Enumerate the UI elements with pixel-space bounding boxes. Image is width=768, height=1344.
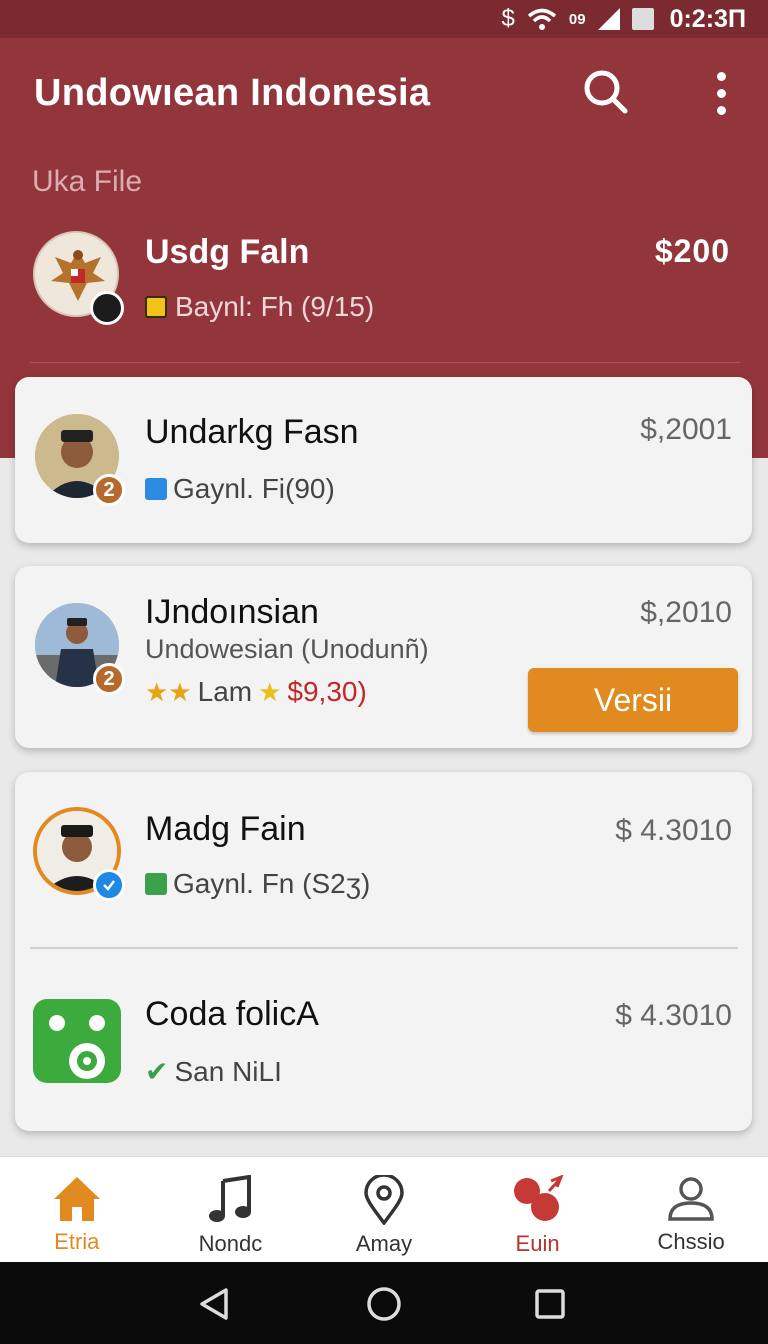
- search-icon: [584, 70, 628, 114]
- search-button[interactable]: [578, 64, 634, 120]
- item-price: $ 4.3010: [615, 999, 732, 1032]
- item-subtitle-row: Gaynl. Fn (S2ʒ): [145, 868, 370, 900]
- section-label: Uka File: [32, 165, 143, 198]
- check-icon: [103, 880, 115, 891]
- rank-badge: 2: [93, 663, 125, 695]
- home-icon: [53, 1177, 100, 1221]
- list-item[interactable]: 2 IJndoınsian $,2010 Undowesian (Unodunñ…: [15, 566, 752, 748]
- more-options-button[interactable]: [700, 68, 742, 118]
- nav-label: Nondc: [198, 1231, 263, 1256]
- bluetooth-icon: $: [501, 5, 515, 32]
- wifi-icon: [527, 8, 557, 30]
- list-item[interactable]: Coda folicA $ 4.3010 ✔ San NiLI: [15, 949, 752, 1129]
- signal-text: 09: [568, 10, 586, 28]
- featured-item[interactable]: Usdg Faln $200 Baynl: Fh (9/15): [30, 225, 740, 363]
- item-name: Madg Fain: [145, 810, 306, 848]
- nav-item-profile[interactable]: Chssio: [614, 1157, 768, 1262]
- star-icon: ★: [258, 676, 282, 707]
- item-subtitle-row: Gaynl. Fi(90): [145, 473, 335, 505]
- system-navigation-bar: [0, 1262, 768, 1344]
- list-card[interactable]: Madg Fain $ 4.3010 Gaynl. Fn (S2ʒ) Coda …: [15, 772, 752, 1131]
- list-item[interactable]: 2 Undarkg Fasn $,2001 Gaynl. Fi(90): [15, 377, 752, 543]
- nav-item-home[interactable]: Etria: [0, 1157, 154, 1262]
- bottom-navigation: Etria Nondc Amay Euin Chssio: [0, 1156, 768, 1262]
- rating-price: $9,30): [287, 676, 367, 707]
- nav-label: Euin: [515, 1231, 560, 1256]
- list-card[interactable]: 2 Undarkg Fasn $,2001 Gaynl. Fi(90): [15, 377, 752, 543]
- leaf-check-icon: ✔: [145, 1056, 169, 1087]
- more-vert-icon: [716, 71, 726, 81]
- nav-label: Chssio: [657, 1229, 725, 1254]
- clock: 0:2:3Π: [669, 4, 746, 33]
- item-subtitle: Gaynl. Fi(90): [173, 473, 335, 504]
- image-icon: [145, 873, 167, 895]
- item-name: Undarkg Fasn: [145, 413, 359, 451]
- item-price: $ 4.3010: [615, 814, 732, 847]
- item-rating-row: ★★ Lam ★ $9,30): [145, 676, 367, 708]
- person-icon: [668, 1177, 714, 1221]
- back-icon[interactable]: [196, 1286, 232, 1322]
- item-name: Coda folicA: [145, 995, 319, 1033]
- nav-label: Amay: [355, 1231, 413, 1256]
- nav-item-location[interactable]: Amay: [307, 1157, 461, 1262]
- nav-label: Etria: [54, 1229, 100, 1254]
- item-subtitle: Gaynl. Fn (S2ʒ): [173, 868, 371, 899]
- item-price: $,2001: [640, 413, 732, 446]
- app-icon-tile: [33, 999, 121, 1083]
- featured-price: $200: [654, 233, 730, 269]
- nav-item-events[interactable]: Euin: [461, 1157, 615, 1262]
- balloons-icon: [513, 1175, 563, 1221]
- rank-badge: 2: [93, 474, 125, 506]
- file-icon: [145, 296, 167, 318]
- featured-name: Usdg Faln: [145, 233, 310, 271]
- star-icon: ★★: [145, 676, 192, 707]
- list-card[interactable]: 2 IJndoınsian $,2010 Undowesian (Unodunñ…: [15, 566, 752, 748]
- image-icon: [145, 478, 167, 500]
- featured-subtitle: Baynl: Fh (9/15): [175, 291, 375, 322]
- app-bar: Undowıean Indonesia: [0, 38, 768, 148]
- home-circle-icon[interactable]: [366, 1286, 402, 1322]
- verified-badge: [93, 869, 125, 901]
- cell-signal-icon: [597, 8, 620, 30]
- status-bar: $ 09 0:2:3Π: [0, 0, 768, 38]
- camera-app-icon: [49, 1015, 105, 1079]
- featured-subtitle-row: Baynl: Fh (9/15): [145, 291, 374, 323]
- versi-button[interactable]: Versii: [528, 668, 738, 732]
- item-price: $,2010: [640, 596, 732, 629]
- music-note-icon: [209, 1175, 252, 1222]
- avatar-badge: [90, 291, 124, 325]
- rating-text: Lam: [197, 676, 253, 707]
- item-subtitle-row: ✔ San NiLI: [145, 1055, 282, 1088]
- app-title: Undowıean Indonesia: [34, 72, 431, 114]
- location-pin-icon: [364, 1175, 404, 1225]
- nav-item-music[interactable]: Nondc: [154, 1157, 308, 1262]
- item-description: Undowesian (Unodunñ): [145, 634, 429, 664]
- item-subtitle: San NiLI: [174, 1055, 282, 1087]
- recents-icon[interactable]: [532, 1286, 568, 1322]
- list-item[interactable]: Madg Fain $ 4.3010 Gaynl. Fn (S2ʒ): [15, 772, 752, 947]
- battery-icon: [631, 8, 654, 30]
- item-name: IJndoınsian: [145, 593, 319, 631]
